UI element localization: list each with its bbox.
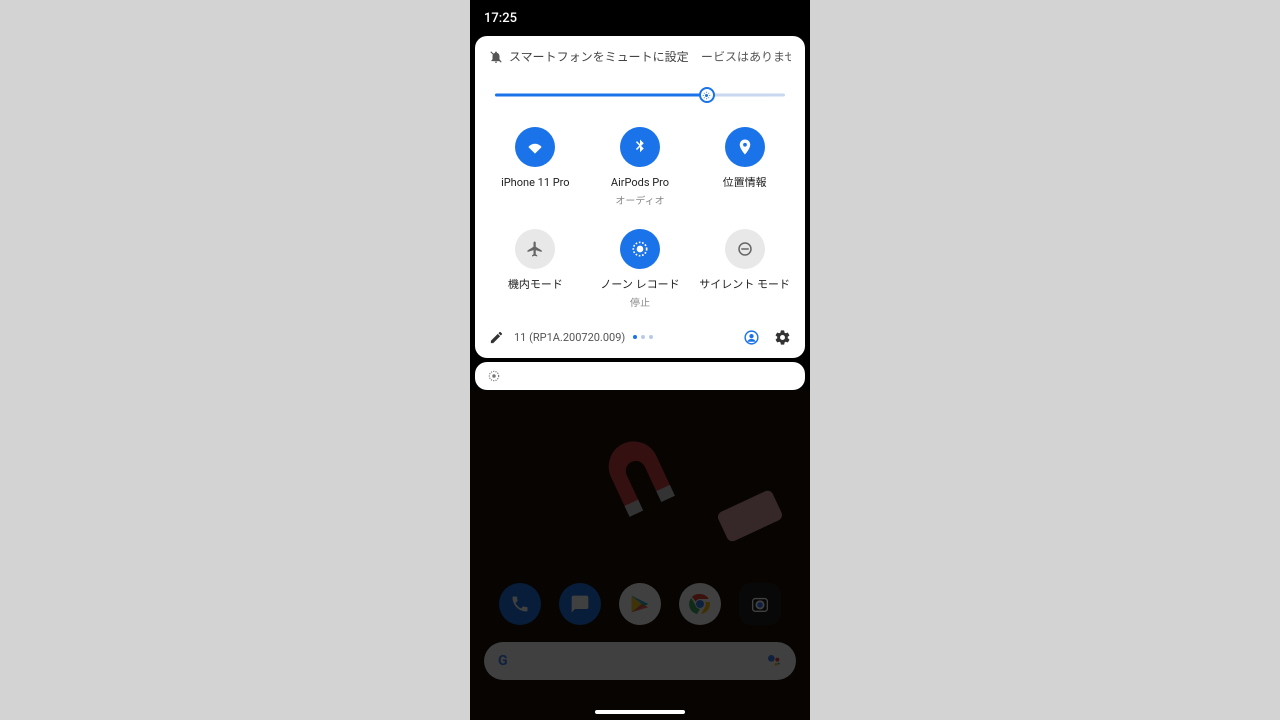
- bell-off-icon: [489, 50, 503, 64]
- chrome-app-icon[interactable]: [679, 583, 721, 625]
- status-bar: 17:25: [470, 0, 810, 36]
- notification-card[interactable]: [475, 362, 805, 390]
- qs-tile-location[interactable]: 位置情報: [692, 127, 797, 207]
- gesture-nav-bar[interactable]: [595, 710, 685, 714]
- home-screen-background: G: [470, 390, 810, 720]
- qs-mute-label: スマートフォンをミュートに設定: [509, 48, 689, 65]
- wallpaper-magnet: [580, 420, 700, 540]
- tile-label: ノーン レコード: [588, 278, 693, 293]
- play-store-app-icon[interactable]: [619, 583, 661, 625]
- qs-tiles-grid: iPhone 11 ProAirPods Proオーディオ位置情報機内モードノー…: [475, 113, 805, 319]
- qs-header: スマートフォンをミュートに設定 ービスはありませ: [475, 48, 805, 73]
- location-icon: [725, 127, 765, 167]
- phone-frame: G 17:25 スマートフォンをミュートに設定 ービスはありませ iPhone …: [470, 0, 810, 720]
- tile-label: iPhone 11 Pro: [483, 176, 588, 191]
- assistant-icon: [766, 653, 782, 669]
- google-search-bar[interactable]: G: [484, 642, 796, 680]
- gear-icon: [774, 329, 791, 346]
- camera-app-icon[interactable]: [739, 583, 781, 625]
- record-icon: [620, 229, 660, 269]
- page-dot: [649, 335, 653, 339]
- qs-tile-airplane[interactable]: 機内モード: [483, 229, 588, 309]
- user-switch-button[interactable]: [743, 329, 760, 346]
- status-time: 17:25: [484, 11, 517, 26]
- record-icon: [487, 369, 501, 383]
- wallpaper-eraser: [716, 489, 784, 543]
- tile-label: サイレント モード: [692, 278, 797, 293]
- tile-sublabel: 停止: [588, 294, 693, 309]
- tile-sublabel: オーディオ: [588, 192, 693, 207]
- tile-label: AirPods Pro: [588, 176, 693, 191]
- qs-tile-bluetooth[interactable]: AirPods Proオーディオ: [588, 127, 693, 207]
- page-dot: [633, 335, 637, 339]
- brightness-slider[interactable]: [495, 87, 785, 103]
- settings-button[interactable]: [774, 329, 791, 346]
- page-dot: [641, 335, 645, 339]
- brightness-icon: [702, 91, 711, 100]
- build-version: 11 (RP1A.200720.009): [514, 331, 625, 344]
- slider-fill: [495, 94, 707, 97]
- tile-label: 機内モード: [483, 278, 588, 293]
- qs-tile-screenrec[interactable]: ノーン レコード停止: [588, 229, 693, 309]
- tile-label: 位置情報: [692, 176, 797, 191]
- home-dock: [470, 583, 810, 625]
- qs-service-label: ービスはありませ: [701, 48, 791, 65]
- page-indicator: [633, 335, 653, 339]
- phone-app-icon[interactable]: [499, 583, 541, 625]
- pencil-icon: [489, 330, 504, 345]
- airplane-icon: [515, 229, 555, 269]
- bluetooth-icon: [620, 127, 660, 167]
- google-logo-icon: G: [498, 653, 508, 669]
- edit-tiles-button[interactable]: [489, 330, 504, 345]
- qs-footer: 11 (RP1A.200720.009): [475, 319, 805, 350]
- messages-app-icon[interactable]: [559, 583, 601, 625]
- qs-tile-silent[interactable]: サイレント モード: [692, 229, 797, 309]
- qs-tile-wifi[interactable]: iPhone 11 Pro: [483, 127, 588, 207]
- user-icon: [743, 329, 760, 346]
- brightness-thumb[interactable]: [699, 87, 715, 103]
- dnd-icon: [725, 229, 765, 269]
- quick-settings-panel: スマートフォンをミュートに設定 ービスはありませ iPhone 11 ProAi…: [475, 36, 805, 358]
- wifi-icon: [515, 127, 555, 167]
- brightness-slider-row: [475, 73, 805, 113]
